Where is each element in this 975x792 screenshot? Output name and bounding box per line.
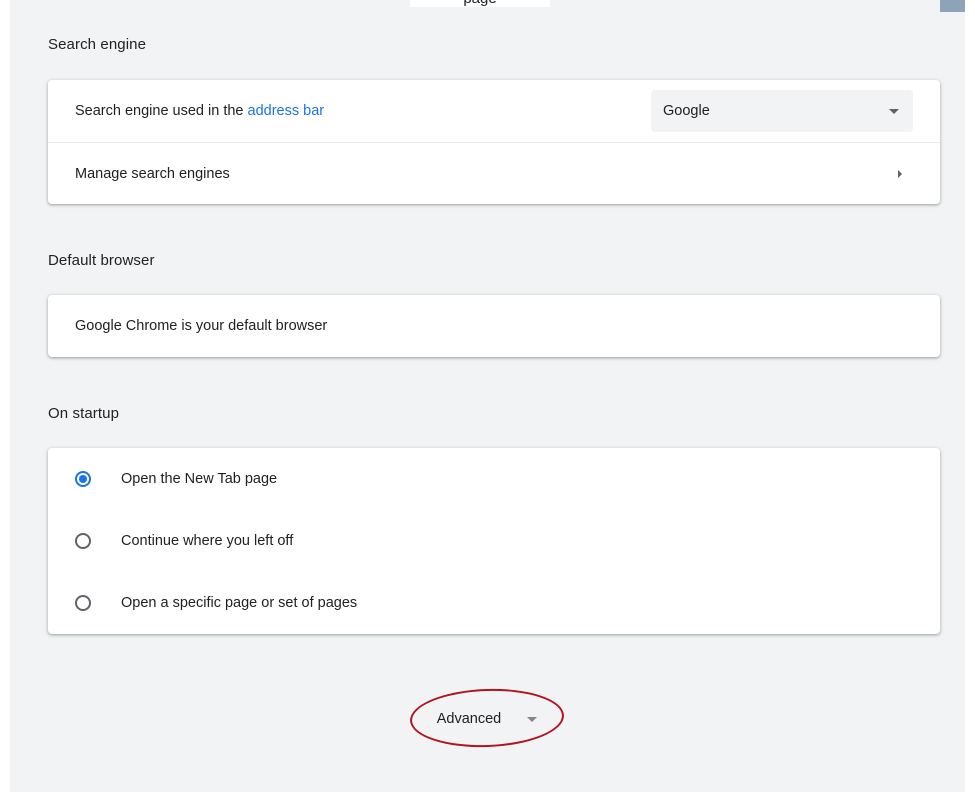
manage-search-engines-label: Manage search engines xyxy=(75,165,230,182)
corner-button xyxy=(940,0,965,12)
startup-option-label: Continue where you left off xyxy=(121,533,294,549)
radio-unchecked-icon[interactable] xyxy=(75,595,91,611)
startup-option-specific-pages[interactable]: Open a specific page or set of pages xyxy=(48,572,940,634)
manage-search-engines-row[interactable]: Manage search engines xyxy=(48,142,940,204)
search-engine-select-value: Google xyxy=(663,103,710,119)
on-startup-card: Open the New Tab page Continue where you… xyxy=(48,448,940,634)
search-engine-card: Search engine used in the address bar Go… xyxy=(48,80,940,204)
advanced-button[interactable]: Advanced xyxy=(408,690,568,748)
advanced-label: Advanced xyxy=(436,711,502,727)
chevron-down-icon xyxy=(889,108,899,114)
on-startup-section-title: On startup xyxy=(48,405,120,422)
address-bar-link[interactable]: address bar xyxy=(248,103,325,119)
startup-option-label: Open a specific page or set of pages xyxy=(121,595,358,611)
startup-option-continue[interactable]: Continue where you left off xyxy=(48,510,940,572)
search-engine-select[interactable]: Google xyxy=(651,90,913,132)
default-browser-card: Google Chrome is your default browser xyxy=(48,295,940,357)
default-browser-section-title: Default browser xyxy=(48,252,155,269)
search-engine-section-title: Search engine xyxy=(48,36,147,53)
radio-unchecked-icon[interactable] xyxy=(75,533,91,549)
default-browser-status: Google Chrome is your default browser xyxy=(75,318,328,334)
default-browser-row: Google Chrome is your default browser xyxy=(48,295,940,357)
chevron-down-icon xyxy=(527,716,538,722)
startup-option-new-tab[interactable]: Open the New Tab page xyxy=(48,448,940,510)
search-engine-row: Search engine used in the address bar Go… xyxy=(48,80,940,142)
startup-option-label: Open the New Tab page xyxy=(121,471,278,487)
radio-checked-icon[interactable] xyxy=(75,471,91,487)
page-title-fragment: page xyxy=(410,0,550,7)
settings-page: page Search engine Search engine used in… xyxy=(10,0,965,792)
chevron-right-icon xyxy=(898,169,902,178)
